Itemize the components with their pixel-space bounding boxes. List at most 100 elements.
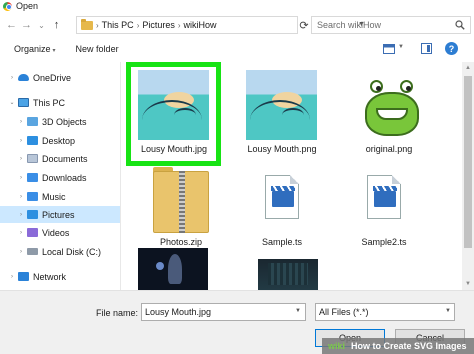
command-toolbar: Organize ▾ New folder ▼ ? — [0, 38, 474, 60]
vertical-scrollbar[interactable]: ▲ ▼ — [462, 62, 474, 290]
sidebar-item-desktop[interactable]: › Desktop — [0, 132, 120, 149]
disk-icon — [27, 248, 38, 255]
title-bar: Open — [0, 0, 474, 12]
address-bar[interactable]: › This PC › Pictures › wikiHow ▼ — [76, 16, 365, 34]
network-icon — [18, 272, 29, 281]
expand-icon[interactable]: › — [17, 249, 25, 255]
window-title: Open — [16, 1, 39, 11]
watermark: wiki How to Create SVG Images — [322, 338, 474, 354]
thumbnail-detail — [374, 191, 396, 207]
change-view-icon[interactable] — [383, 44, 395, 54]
pictures-icon — [27, 210, 38, 219]
file-item-video-thumbnail[interactable] — [138, 248, 208, 290]
sidebar-item-local-disk[interactable]: › Local Disk (C:) — [0, 243, 120, 260]
sidebar-item-3d-objects[interactable]: › 3D Objects — [0, 113, 120, 130]
expand-icon[interactable]: › — [17, 212, 25, 218]
chevron-down-icon[interactable]: ▼ — [295, 308, 301, 314]
sidebar-item-label: Network — [33, 271, 67, 282]
up-button[interactable]: ↑ — [49, 16, 64, 34]
thumbnail-detail — [376, 108, 408, 120]
sidebar-item-label: Videos — [42, 227, 70, 238]
file-item-sample-ts[interactable]: Sample.ts — [236, 167, 336, 267]
back-button[interactable]: ← — [4, 16, 19, 34]
organize-button[interactable]: Organize ▾ — [14, 44, 56, 54]
sidebar-item-label: Local Disk (C:) — [42, 246, 102, 257]
downloads-icon — [27, 173, 38, 182]
search-placeholder: Search wikiHow — [317, 20, 382, 30]
file-list: Lousy Mouth.jpg Lousy Mouth.png original… — [121, 62, 462, 290]
sidebar-item-videos[interactable]: › Videos — [0, 224, 120, 241]
breadcrumb-separator: › — [136, 20, 140, 30]
file-item-lousy-mouth-jpg[interactable]: Lousy Mouth.jpg — [121, 62, 226, 167]
sidebar-item-label: 3D Objects — [42, 116, 87, 127]
file-type-select[interactable]: All Files (*.*) — [315, 303, 455, 321]
refresh-button[interactable]: ⟳ — [296, 16, 312, 34]
forward-button[interactable]: → — [19, 16, 34, 34]
file-name: Sample2.ts — [361, 237, 407, 247]
organize-label: Organize — [14, 44, 51, 54]
thumbnail-detail — [376, 86, 381, 91]
new-folder-button[interactable]: New folder — [76, 44, 119, 54]
expand-icon[interactable]: › — [8, 75, 16, 81]
thumbnail-detail — [400, 80, 413, 93]
sidebar-item-label: Desktop — [42, 135, 76, 146]
search-icon — [455, 20, 465, 30]
thumbnail-detail — [282, 108, 304, 122]
file-item-sample2-ts[interactable]: Sample2.ts — [346, 167, 446, 267]
breadcrumb-this-pc[interactable]: This PC — [102, 20, 134, 30]
file-item-video-thumbnail[interactable] — [258, 259, 318, 290]
sidebar-item-music[interactable]: › Music — [0, 188, 120, 205]
view-options-icon[interactable]: ▼ — [398, 44, 404, 50]
search-input[interactable]: Search wikiHow — [311, 16, 471, 34]
file-name: Lousy Mouth.png — [247, 144, 317, 154]
thumbnail-detail — [272, 191, 294, 207]
folder-icon — [81, 18, 93, 30]
onedrive-icon — [18, 74, 29, 81]
sidebar-item-label: Documents — [42, 153, 88, 164]
thumbnail-detail — [168, 254, 182, 284]
expand-icon[interactable]: › — [17, 194, 25, 200]
documents-icon — [27, 154, 38, 163]
expand-icon[interactable]: › — [17, 230, 25, 236]
help-icon[interactable]: ? — [445, 42, 458, 55]
thumbnail-detail — [250, 100, 310, 140]
sidebar-item-network[interactable]: › Network — [0, 268, 120, 285]
expand-icon[interactable]: › — [17, 138, 25, 144]
file-item-original-png[interactable]: original.png — [346, 62, 446, 162]
file-name-field[interactable]: Lousy Mouth.jpg — [141, 303, 306, 321]
image-thumbnail — [246, 70, 317, 140]
file-item-lousy-mouth-png[interactable]: Lousy Mouth.png — [236, 62, 336, 162]
watermark-brand: wiki — [328, 341, 346, 351]
chevron-down-icon[interactable]: ▼ — [445, 308, 451, 314]
expand-icon[interactable]: › — [17, 175, 25, 181]
preview-pane-icon[interactable] — [421, 43, 432, 54]
videos-icon — [27, 228, 38, 237]
sidebar-item-pictures[interactable]: › Pictures — [0, 206, 120, 223]
scroll-up-icon[interactable]: ▲ — [462, 62, 474, 74]
breadcrumb-separator: › — [177, 20, 181, 30]
video-file-icon — [367, 175, 401, 219]
expand-icon[interactable]: › — [17, 119, 25, 125]
scroll-down-icon[interactable]: ▼ — [462, 278, 474, 290]
breadcrumb-pictures[interactable]: Pictures — [142, 20, 175, 30]
thumbnail-detail — [370, 80, 383, 93]
breadcrumb-wikihow[interactable]: wikiHow — [184, 20, 217, 30]
collapse-icon[interactable]: ⌄ — [8, 99, 16, 106]
thumbnail-detail — [406, 86, 411, 91]
file-name: original.png — [365, 144, 413, 154]
expand-icon[interactable]: › — [8, 274, 16, 280]
sidebar-item-documents[interactable]: › Documents — [0, 150, 120, 167]
sidebar-item-this-pc[interactable]: ⌄ This PC — [0, 94, 120, 111]
thumbnail-detail — [156, 262, 164, 270]
3d-objects-icon — [27, 117, 38, 126]
chevron-down-icon: ▾ — [52, 48, 56, 54]
sidebar-item-label: Pictures — [42, 209, 75, 220]
recent-locations-button[interactable]: ⌄ — [34, 16, 49, 34]
sidebar-item-onedrive[interactable]: › OneDrive — [0, 69, 120, 86]
file-name-label: File name: — [96, 308, 139, 318]
thumbnail-detail — [268, 263, 308, 285]
image-thumbnail — [356, 74, 428, 140]
expand-icon[interactable]: › — [17, 156, 25, 162]
sidebar-item-downloads[interactable]: › Downloads — [0, 169, 120, 186]
scroll-thumb[interactable] — [464, 76, 472, 248]
